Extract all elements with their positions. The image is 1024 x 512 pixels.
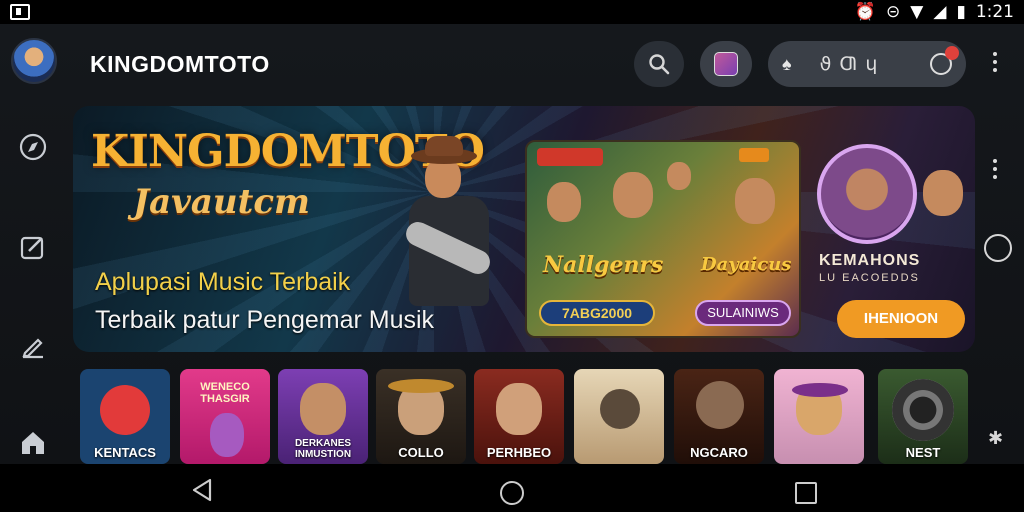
poster2-title: KEMAHONS bbox=[819, 252, 921, 269]
tile-5[interactable]: PERHBEO bbox=[474, 369, 564, 464]
wifi-icon: ▼ bbox=[910, 2, 924, 22]
featured-poster-1[interactable]: Nallgenrs Dayaicus 7ABG2000 SULAINIWS bbox=[525, 140, 801, 338]
hero-more-icon[interactable] bbox=[988, 159, 1002, 183]
tile-3[interactable]: DERKANES INMUSTION bbox=[278, 369, 368, 464]
discover-icon[interactable] bbox=[16, 130, 50, 164]
alarm-icon: ⏰ bbox=[854, 2, 877, 22]
tile-4[interactable]: COLLO bbox=[376, 369, 466, 464]
more-options-icon[interactable] bbox=[988, 52, 1002, 76]
avatar[interactable] bbox=[11, 38, 57, 84]
tile-7[interactable]: NGCARO bbox=[674, 369, 764, 464]
tile-2[interactable]: WENECO THASGIR bbox=[180, 369, 270, 464]
poster-title-right: Dayaicus bbox=[701, 254, 792, 275]
tile-8[interactable] bbox=[774, 369, 864, 464]
edit-icon[interactable] bbox=[16, 230, 50, 264]
poster-button-right[interactable]: SULAINIWS bbox=[695, 300, 791, 326]
app-window: KINGDOMTOTO ♠ ϑ Ƣ ɥ KINGDOMTOTO Javautcm… bbox=[0, 24, 1024, 464]
header: KINGDOMTOTO ♠ ϑ Ƣ ɥ bbox=[0, 24, 1024, 104]
battery-icon: ▮ bbox=[956, 2, 966, 22]
tile-top-text: WENECO THASGIR bbox=[200, 381, 250, 405]
search-icon bbox=[649, 54, 670, 75]
home-icon[interactable] bbox=[16, 426, 50, 460]
poster2-button[interactable]: IHENIOON bbox=[837, 300, 965, 338]
search-button[interactable] bbox=[634, 41, 684, 87]
poster-portrait bbox=[817, 144, 917, 244]
featured-poster-2[interactable]: KEMAHONS LU EACOEDDS IHENIOON bbox=[807, 140, 975, 338]
tile-label: COLLO bbox=[398, 445, 444, 460]
back-icon[interactable] bbox=[190, 478, 214, 502]
page-title: KINGDOMTOTO bbox=[90, 51, 270, 77]
category-tiles: KENTACS WENECO THASGIR DERKANES INMUSTIO… bbox=[80, 369, 980, 464]
hero-subtitle-2: Terbaik patur Pengemar Musik bbox=[95, 306, 435, 334]
tile-label: NEST bbox=[905, 445, 941, 460]
hero-script-title: Javautcm bbox=[133, 182, 311, 222]
hero-subtitle-1: Aplupasi Music Terbaik bbox=[95, 268, 351, 296]
media-thumbnail-icon bbox=[714, 52, 738, 76]
tile-label: DERKANES INMUSTION bbox=[294, 438, 352, 460]
share-icon[interactable]: ♠ bbox=[782, 54, 792, 75]
action-pill[interactable]: ♠ ϑ Ƣ ɥ bbox=[768, 41, 966, 87]
home-nav-icon[interactable] bbox=[500, 481, 524, 505]
notification-button[interactable] bbox=[930, 46, 959, 75]
recents-icon[interactable] bbox=[795, 482, 817, 504]
do-not-disturb-icon: ⊝ bbox=[886, 2, 901, 22]
tile-label: KENTACS bbox=[94, 445, 156, 460]
media-button[interactable] bbox=[700, 41, 752, 87]
poster-badge bbox=[739, 148, 769, 162]
poster-button-left[interactable]: 7ABG2000 bbox=[539, 300, 655, 326]
scroll-indicator-circle[interactable] bbox=[984, 234, 1012, 262]
status-icons: ⏰ ⊝ ▼ ◢ ▮ 1:21 bbox=[855, 2, 1014, 22]
status-bar: ⏰ ⊝ ▼ ◢ ▮ 1:21 bbox=[0, 0, 1024, 24]
clock-text: 1:21 bbox=[975, 2, 1014, 22]
poster-title-left: Nallgenrs bbox=[543, 252, 664, 278]
tile-9[interactable]: NEST bbox=[878, 369, 968, 464]
tile-label: PERHBEO bbox=[486, 445, 552, 460]
notification-badge bbox=[945, 46, 959, 60]
settings-gear-icon[interactable]: ✱ bbox=[988, 428, 1008, 449]
app-notification-icon bbox=[10, 4, 30, 20]
pill-label: ϑ Ƣ ɥ bbox=[819, 53, 879, 75]
tile-1[interactable]: KENTACS bbox=[80, 369, 170, 464]
compose-icon[interactable] bbox=[16, 330, 50, 364]
poster2-subtitle: LU EACOEDDS bbox=[819, 272, 920, 284]
hero-banner[interactable]: KINGDOMTOTO Javautcm Aplupasi Music Terb… bbox=[73, 106, 975, 352]
tile-6[interactable] bbox=[574, 369, 664, 464]
poster-tag bbox=[537, 148, 603, 166]
system-nav-bar bbox=[0, 464, 1024, 512]
signal-icon: ◢ bbox=[933, 2, 947, 22]
tile-label: NGCARO bbox=[690, 445, 748, 460]
